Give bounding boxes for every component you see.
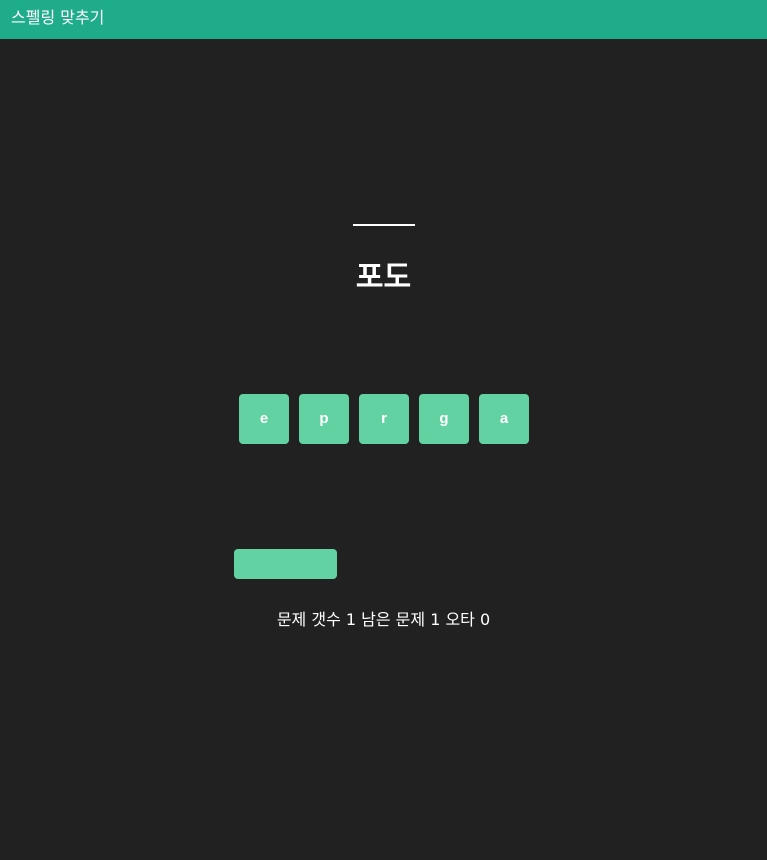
- app-window: 스펠링 맞추기 포도 e p r g a 문제 갯수 1 남은 문제 1 오타 …: [0, 0, 767, 860]
- title-bar: 스펠링 맞추기: [0, 0, 767, 39]
- check-button[interactable]: [234, 549, 337, 579]
- letter-tile[interactable]: p: [299, 394, 349, 444]
- letter-tile[interactable]: e: [239, 394, 289, 444]
- status-text: 문제 갯수 1 남은 문제 1 오타 0: [276, 610, 491, 629]
- letter-tile[interactable]: r: [359, 394, 409, 444]
- letter-tile[interactable]: g: [419, 394, 469, 444]
- answer-slot: [353, 224, 415, 226]
- letter-tile[interactable]: a: [479, 394, 529, 444]
- quiz-word: 포도: [355, 260, 412, 295]
- app-title: 스펠링 맞추기: [11, 8, 105, 27]
